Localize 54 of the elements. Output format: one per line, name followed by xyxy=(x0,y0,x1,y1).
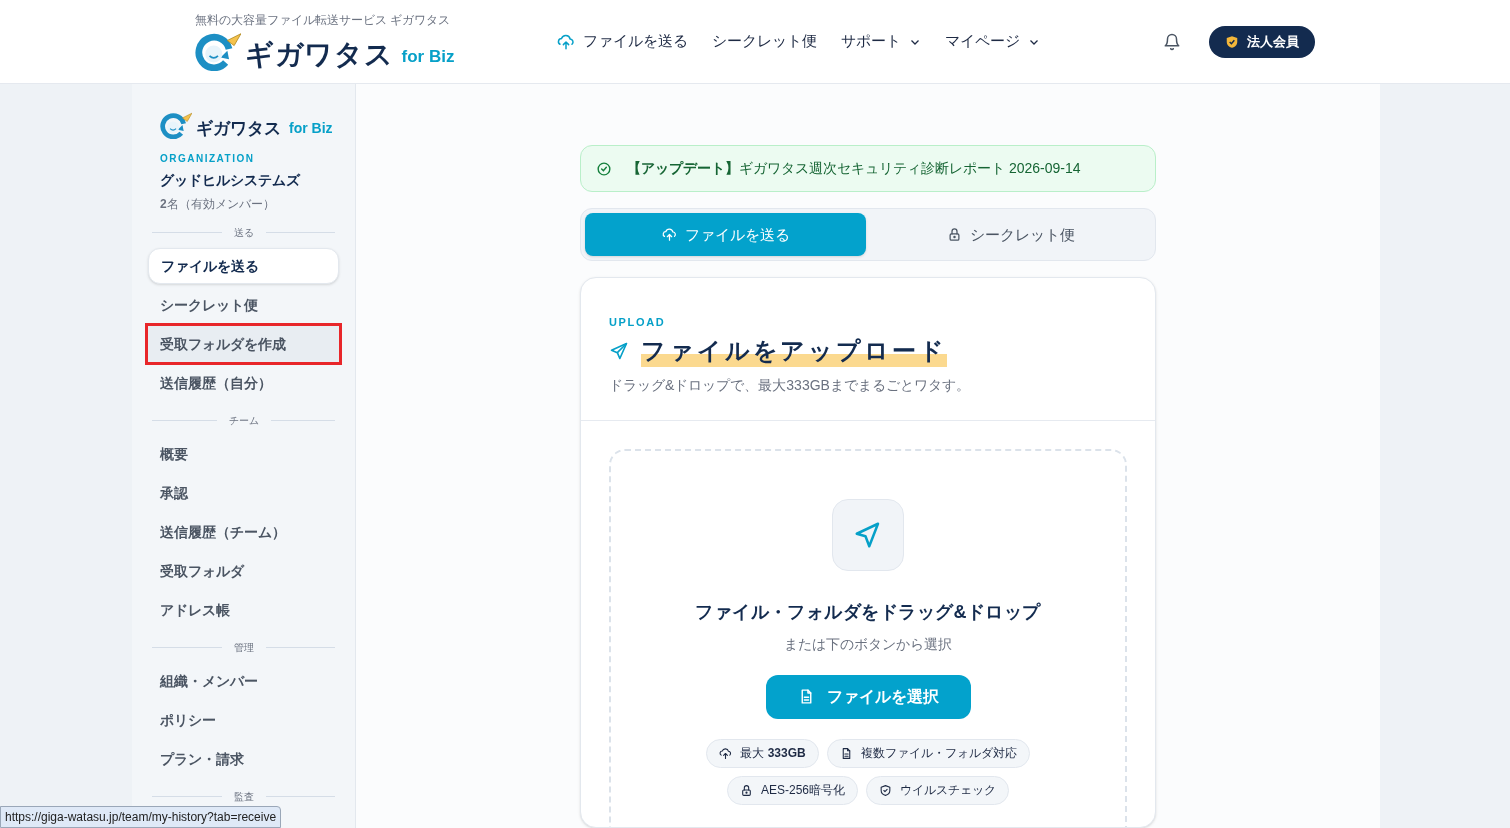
cloud-upload-icon xyxy=(661,227,677,243)
link-preview: https://giga-watasu.jp/team/my-history?tab=receive xyxy=(0,806,282,828)
logo-text: ギガワタス xyxy=(196,119,281,140)
sidebar-item[interactable]: プラン・請求 xyxy=(148,741,339,778)
sidebar-item[interactable]: 受取フォルダ xyxy=(148,553,339,590)
drop-title: ファイル・フォルダをドラッグ&ドロップ xyxy=(695,600,1041,624)
nav-link[interactable]: シークレット便 xyxy=(712,30,817,53)
member-count: 2名（有効メンバー） xyxy=(160,196,276,214)
logo-icon xyxy=(195,31,241,72)
feature-chip: AES-256暗号化 xyxy=(727,775,858,805)
sidebar-item[interactable]: 概要 xyxy=(148,436,339,473)
shield-check-icon xyxy=(1225,34,1239,49)
section-heading: 管理 xyxy=(233,641,254,656)
check-circle-icon xyxy=(597,161,611,176)
paper-plane-icon xyxy=(609,340,629,361)
cloud-upload-icon xyxy=(719,746,733,760)
feature-chip: 複数ファイル・フォルダ対応 xyxy=(826,738,1030,768)
bell-icon[interactable] xyxy=(1163,32,1181,51)
sidebar-item[interactable]: ポリシー xyxy=(148,702,339,739)
sidebar-item[interactable]: 承認 xyxy=(148,475,339,512)
paper-plane-icon xyxy=(832,498,904,571)
logo-icon xyxy=(160,112,192,140)
tagline: 無料の大容量ファイル転送サービス ギガワタス xyxy=(195,11,452,28)
feature-chip: 最大 333GB xyxy=(706,738,819,768)
feature-chip: ウイルスチェック xyxy=(866,775,1009,805)
org-label: ORGANIZATION xyxy=(160,152,256,167)
lock-icon xyxy=(740,783,753,797)
upload-subtitle: ドラッグ&ドロップで、最大333GBまでまるごとワタす。 xyxy=(609,375,971,395)
org-name: グッドヒルシステムズ xyxy=(160,171,302,191)
sidebar-item[interactable]: 受取フォルダを作成 xyxy=(148,326,339,363)
tab[interactable]: シークレット便 xyxy=(870,213,1151,257)
sidebar-item[interactable]: 組織・メンバー xyxy=(148,663,339,700)
eyebrow-label: UPLOAD xyxy=(609,315,667,331)
sidebar-item[interactable]: シークレット便 xyxy=(148,287,339,324)
section-heading: 送る xyxy=(233,226,254,241)
sidebar-item[interactable]: アドレス帳 xyxy=(148,592,339,629)
sidebar-item[interactable]: ファイルを送る xyxy=(148,248,339,285)
logo-text: ギガワタス xyxy=(245,39,394,72)
section-heading: チーム xyxy=(228,414,259,429)
drop-zone[interactable]: ファイル・フォルダをドラッグ&ドロップ または下のボタンから選択 ファイルを選択 最大 333GB 複数ファイル・フォルダ対応 AES-256暗号化 ウイルスチェック xyxy=(609,448,1127,827)
drop-hint: または下のボタンから選択 xyxy=(784,634,952,654)
notice-text: 【アップデート】ギガワタス週次セキュリティ診断レポート 2026-09-14 xyxy=(627,159,1081,179)
sidebar-item[interactable]: 送信履歴（自分） xyxy=(148,365,339,402)
cloud-upload-icon xyxy=(557,32,575,51)
nav-link[interactable]: ファイルを送る xyxy=(557,30,688,53)
nav-link[interactable]: マイページ xyxy=(945,30,1040,53)
nav-link[interactable]: サポート xyxy=(841,30,921,53)
member-badge[interactable]: 法人会員 xyxy=(1209,25,1315,58)
sidebar-item[interactable]: 送信履歴（チーム） xyxy=(148,514,339,551)
section-heading: 監査 xyxy=(233,790,254,805)
logo-suffix: for Biz xyxy=(289,119,333,139)
logo-suffix: for Biz xyxy=(401,45,455,68)
lock-icon xyxy=(946,227,962,243)
shield-icon xyxy=(879,783,892,797)
